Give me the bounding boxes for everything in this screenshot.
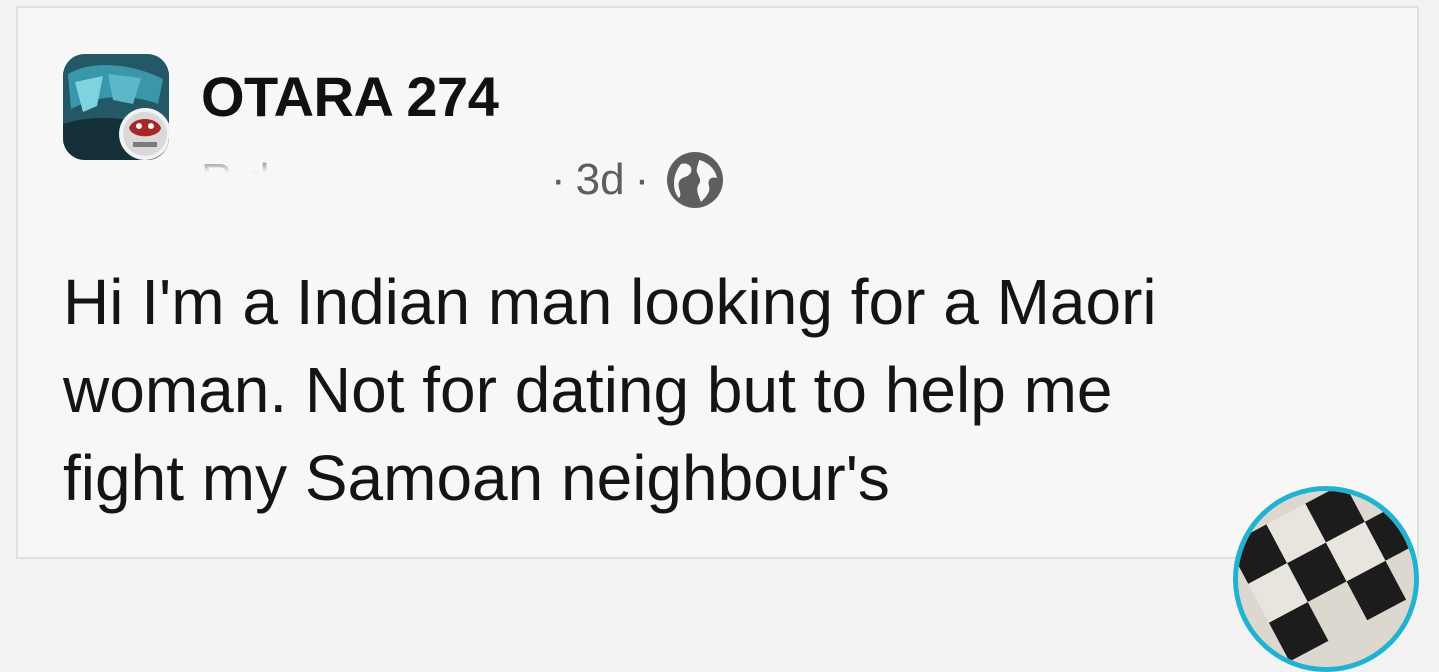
post-meta: R d · 3d · [201,150,725,210]
checkered-avatar-icon[interactable] [1233,486,1419,672]
author-name-link[interactable]: R d [201,155,541,205]
meta-separator: · [551,155,566,204]
post-card: OTARA 274 R d · 3d · Hi I'm a Indian man… [16,6,1419,559]
group-name-link[interactable]: OTARA 274 [201,64,499,130]
graffiti-logo-icon [63,54,169,160]
post-age[interactable]: 3d [576,155,625,205]
globe-icon[interactable] [665,150,725,210]
meta-separator: · [634,155,650,204]
author-occlusion [201,155,527,205]
post-message: Hi I'm a Indian man looking for a Maori … [63,266,1157,514]
group-avatar[interactable] [63,54,169,160]
post-header: OTARA 274 [201,64,499,130]
